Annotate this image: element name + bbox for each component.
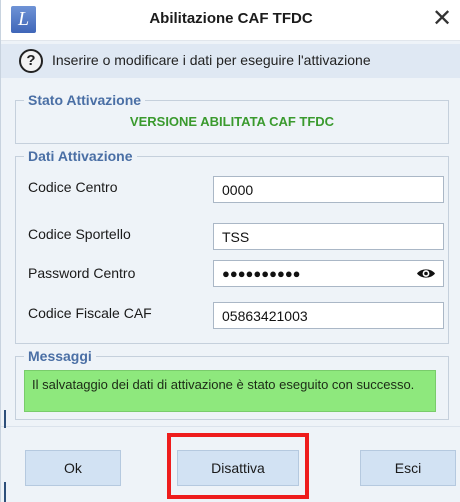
help-icon: ?: [19, 49, 43, 73]
messaggi-group: Messaggi Il salvataggio dei dati di atti…: [15, 348, 449, 420]
password-centro-input[interactable]: [213, 260, 444, 287]
left-edge-mark-bottom: [4, 482, 6, 502]
eye-icon[interactable]: [415, 260, 437, 287]
close-icon[interactable]: ✕: [426, 3, 458, 35]
messaggi-legend: Messaggi: [24, 348, 96, 364]
codice-fiscale-input[interactable]: [213, 302, 444, 329]
stato-attivazione-group: Stato Attivazione VERSIONE ABILITATA CAF…: [15, 92, 449, 144]
dialog-window: L Abilitazione CAF TFDC ✕ ? Inserire o m…: [0, 0, 460, 502]
disattiva-button[interactable]: Disattiva: [177, 450, 299, 486]
info-strip: ? Inserire o modificare i dati per esegu…: [1, 44, 460, 78]
codice-sportello-input[interactable]: [213, 223, 444, 250]
dati-attivazione-group: Dati Attivazione Codice Centro Codice Sp…: [15, 148, 449, 344]
codice-centro-label: Codice Centro: [28, 179, 118, 195]
ok-button[interactable]: Ok: [25, 450, 121, 486]
message-box: Il salvataggio dei dati di attivazione è…: [24, 370, 436, 412]
status-text: VERSIONE ABILITATA CAF TFDC: [129, 114, 335, 129]
title-bar: L Abilitazione CAF TFDC ✕: [1, 0, 460, 41]
window-title: Abilitazione CAF TFDC: [149, 10, 313, 27]
codice-centro-input[interactable]: [213, 176, 444, 203]
bottom-separator: [1, 426, 460, 427]
codice-sportello-label: Codice Sportello: [28, 226, 131, 242]
esci-button[interactable]: Esci: [360, 450, 456, 486]
left-edge-mark: [4, 410, 6, 428]
stato-attivazione-legend: Stato Attivazione: [24, 92, 146, 108]
password-centro-label: Password Centro: [28, 265, 136, 281]
dati-attivazione-legend: Dati Attivazione: [24, 148, 137, 164]
codice-fiscale-label: Codice Fiscale CAF: [28, 305, 152, 321]
info-text: Inserire o modificare i dati per eseguir…: [52, 52, 371, 68]
